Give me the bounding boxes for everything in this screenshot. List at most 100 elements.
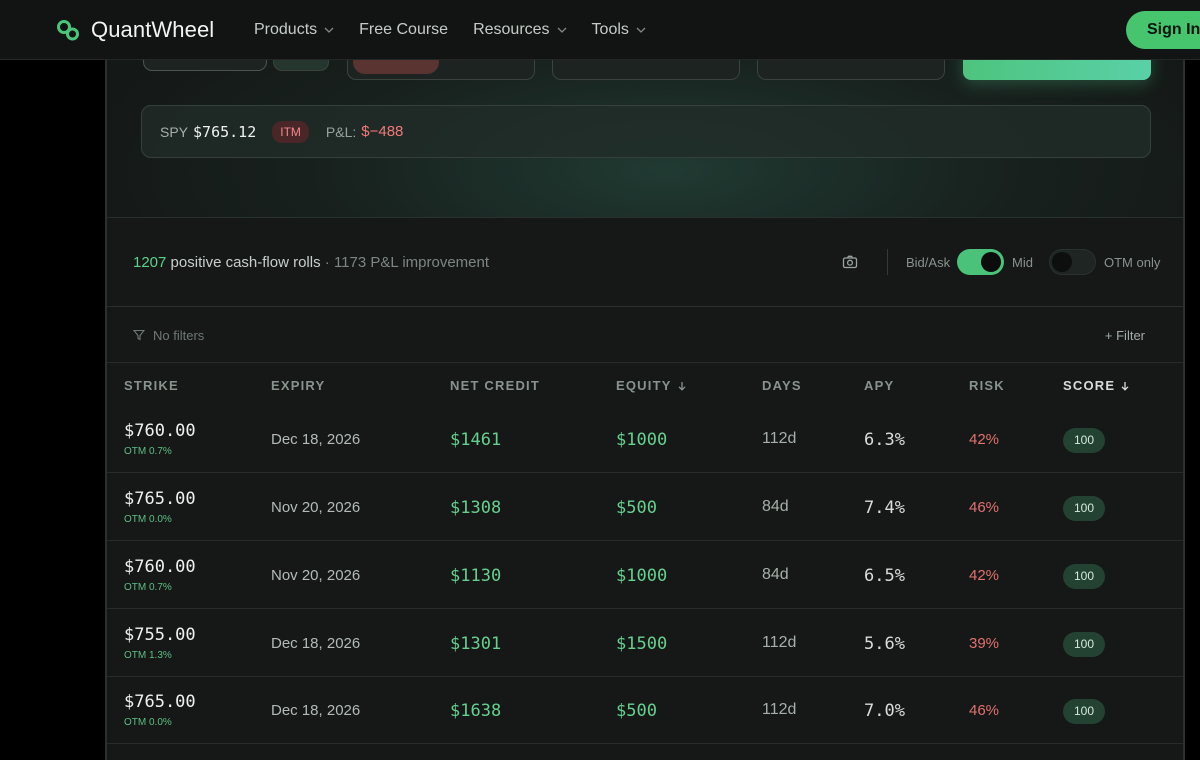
column-header-expiry[interactable]: EXPIRY — [271, 378, 325, 393]
sort-down-arrow-icon — [1121, 381, 1129, 391]
risk: 42% — [969, 431, 1000, 448]
rolls-count: 1207 — [133, 254, 167, 271]
apy: 7.4% — [864, 498, 905, 518]
risk: 46% — [969, 702, 1000, 719]
column-header-risk[interactable]: RISK — [969, 378, 1005, 393]
strike-price: $760.00 — [124, 557, 196, 577]
divider — [887, 249, 888, 275]
column-header-strike[interactable]: STRIKE — [124, 378, 179, 393]
table-row[interactable]: $760.00 OTM 0.7% Nov 20, 2026 $1130 $100… — [107, 542, 1183, 609]
nav-item-label: Free Course — [359, 21, 449, 38]
column-header-apy[interactable]: APY — [864, 378, 894, 393]
nav-item-label: Products — [254, 21, 318, 38]
chevron-down-icon — [636, 27, 646, 33]
sort-down-arrow-icon — [678, 381, 686, 391]
pl-improvement-count: · 1173 P&L improvement — [324, 254, 490, 271]
column-header-label: APY — [864, 378, 895, 393]
brand[interactable]: QuantWheel — [56, 17, 214, 43]
nav-item-label: Tools — [591, 21, 629, 38]
score-badge: 100 — [1063, 699, 1105, 724]
days: 84d — [762, 566, 789, 583]
otm-percent: OTM 0.0% — [124, 717, 172, 728]
expiry-date: Nov 20, 2026 — [271, 567, 361, 584]
nav-item-label: Resources — [473, 21, 550, 38]
days: 112d — [762, 701, 797, 718]
filter-status: No filters — [153, 328, 205, 343]
column-header-net-credit[interactable]: NET CREDIT — [450, 378, 540, 393]
apy: 7.0% — [864, 701, 905, 721]
apy: 6.5% — [864, 566, 905, 586]
net-credit: $1638 — [450, 701, 502, 721]
score-badge: 100 — [1063, 496, 1105, 521]
ticker-price: $765.12 — [193, 122, 257, 141]
expiry-date: Dec 18, 2026 — [271, 635, 361, 652]
net-credit: $1308 — [450, 498, 502, 518]
underlying-quote: SPY $765.12 ITM P&L: $−488 — [141, 105, 1151, 158]
column-header-days[interactable]: DAYS — [762, 378, 802, 393]
otm-only-toggle[interactable] — [1049, 249, 1096, 275]
column-header-score[interactable]: SCORE — [1063, 378, 1130, 393]
column-header-label: DAYS — [762, 378, 802, 393]
apy: 5.6% — [864, 634, 905, 654]
column-header-label: RISK — [969, 378, 1005, 393]
bid-ask-label: Bid/Ask — [906, 255, 951, 270]
nav-item-free-course[interactable]: Free Course — [359, 21, 448, 39]
rolls-count-label: positive cash-flow rolls — [170, 254, 321, 271]
equity: $1000 — [616, 566, 668, 586]
strike-price: $755.00 — [124, 625, 196, 645]
summary-text: 1207 positive cash-flow rolls · 1173 P&L… — [133, 254, 489, 271]
otm-percent: OTM 1.3% — [124, 650, 172, 661]
equity: $500 — [616, 498, 657, 518]
score-badge: 100 — [1063, 428, 1105, 453]
table-row[interactable]: $765.00 OTM 0.0% Nov 20, 2026 $1308 $500… — [107, 474, 1183, 541]
days: 112d — [762, 634, 797, 651]
expiry-date: Dec 18, 2026 — [271, 702, 361, 719]
nav-item-resources[interactable]: Resources — [473, 21, 567, 39]
apy: 6.3% — [864, 430, 905, 450]
pl-label: P&L: — [325, 123, 357, 140]
mid-label: Mid — [1012, 255, 1033, 270]
nav-item-tools[interactable]: Tools — [592, 21, 646, 39]
table-row[interactable]: $755.00 OTM 1.3% Dec 18, 2026 $1301 $150… — [107, 610, 1183, 677]
toggle-knob — [981, 252, 1001, 272]
column-header-label: EQUITY — [616, 378, 672, 393]
risk: 39% — [969, 635, 1000, 652]
top-nav: QuantWheel Products Free Course Resource… — [0, 0, 1200, 60]
net-credit: $1130 — [450, 566, 502, 586]
sign-in-button[interactable]: Sign In — [1126, 11, 1200, 49]
otm-only-label: OTM only — [1104, 255, 1161, 270]
filter-bar: No filters + Filter — [107, 308, 1183, 363]
quantwheel-logo-icon — [57, 20, 79, 41]
otm-percent: OTM 0.0% — [124, 514, 172, 525]
brand-name: QuantWheel — [91, 17, 215, 42]
ticker-symbol: SPY — [160, 123, 189, 140]
net-credit: $1461 — [450, 430, 502, 450]
otm-percent: OTM 0.7% — [124, 582, 172, 593]
camera-icon[interactable] — [842, 254, 858, 270]
column-header-equity[interactable]: EQUITY — [616, 378, 687, 393]
equity: $1500 — [616, 634, 668, 654]
column-header-label: SCORE — [1063, 378, 1116, 393]
rolls-panel: SPY $765.12 ITM P&L: $−488 1207 positive… — [105, 0, 1185, 760]
risk: 42% — [969, 567, 1000, 584]
net-credit: $1301 — [450, 634, 502, 654]
nav-item-products[interactable]: Products — [254, 21, 334, 39]
chevron-down-icon — [557, 27, 567, 33]
score-badge: 100 — [1063, 564, 1105, 589]
column-header-label: STRIKE — [124, 378, 179, 393]
expiry-date: Dec 18, 2026 — [271, 431, 361, 448]
equity: $500 — [616, 701, 657, 721]
itm-badge: ITM — [272, 120, 309, 143]
strike-price: $760.00 — [124, 421, 196, 441]
toggle-knob — [1052, 252, 1072, 272]
table-row[interactable]: $760.00 OTM 0.7% Dec 18, 2026 $1461 $100… — [107, 406, 1183, 473]
table-row[interactable]: $765.00 OTM 0.0% Dec 18, 2026 $1638 $500… — [107, 677, 1183, 744]
pl-value: $−488 — [361, 123, 404, 140]
filter-icon — [133, 329, 145, 341]
chevron-down-icon — [324, 27, 334, 33]
add-filter-button[interactable]: + Filter — [1105, 328, 1145, 343]
score-badge: 100 — [1063, 632, 1105, 657]
days: 84d — [762, 498, 789, 515]
mid-price-toggle[interactable] — [957, 249, 1004, 275]
equity: $1000 — [616, 430, 668, 450]
